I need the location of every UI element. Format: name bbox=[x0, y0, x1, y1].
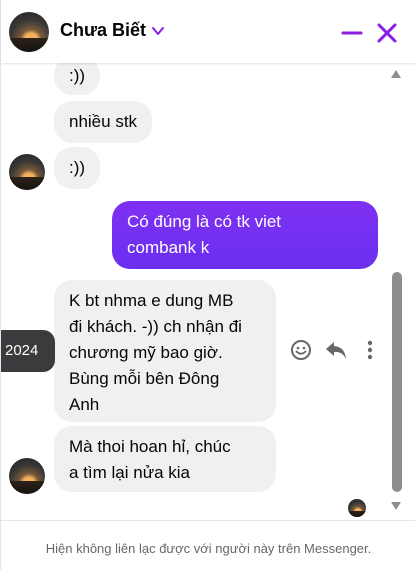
incoming-message[interactable]: K bt nhma e dung MB đi khách. -)) ch nhậ… bbox=[54, 280, 276, 422]
outgoing-message[interactable]: Có đúng là có tk viet combank k bbox=[112, 201, 378, 269]
scroll-down-icon[interactable] bbox=[391, 502, 401, 510]
chevron-down-icon[interactable] bbox=[151, 24, 165, 38]
read-receipt-avatar bbox=[348, 499, 366, 517]
reply-icon[interactable] bbox=[324, 339, 348, 361]
chat-footer: Hiện không liên lạc được với người này t… bbox=[1, 520, 415, 571]
sender-avatar[interactable] bbox=[9, 458, 45, 494]
incoming-message[interactable]: :)) bbox=[54, 63, 101, 95]
chat-header: Chưa Biết bbox=[1, 0, 415, 63]
chat-window: Chưa Biết :)) nhiều stk :)) Có đúng là c… bbox=[0, 0, 415, 571]
incoming-message[interactable]: :)) bbox=[54, 147, 101, 189]
minimize-icon[interactable] bbox=[339, 20, 365, 46]
timeline-year-pill[interactable]: 2024 bbox=[1, 330, 55, 372]
emoji-icon[interactable] bbox=[290, 339, 312, 361]
contact-avatar[interactable] bbox=[9, 12, 49, 52]
close-icon[interactable] bbox=[374, 20, 400, 46]
incoming-message[interactable]: nhiều stk bbox=[54, 101, 153, 143]
contact-name[interactable]: Chưa Biết bbox=[60, 20, 146, 41]
incoming-message[interactable]: Mà thoi hoan hỉ, chúc a tìm lại nửa kia bbox=[54, 426, 276, 492]
scrollbar-thumb[interactable] bbox=[392, 272, 402, 492]
message-thread[interactable]: :)) nhiều stk :)) Có đúng là có tk viet … bbox=[1, 63, 415, 520]
unavailable-notice: Hiện không liên lạc được với người này t… bbox=[45, 541, 372, 556]
scroll-up-icon[interactable] bbox=[391, 70, 401, 78]
sender-avatar[interactable] bbox=[9, 154, 45, 190]
more-icon[interactable] bbox=[363, 339, 377, 361]
